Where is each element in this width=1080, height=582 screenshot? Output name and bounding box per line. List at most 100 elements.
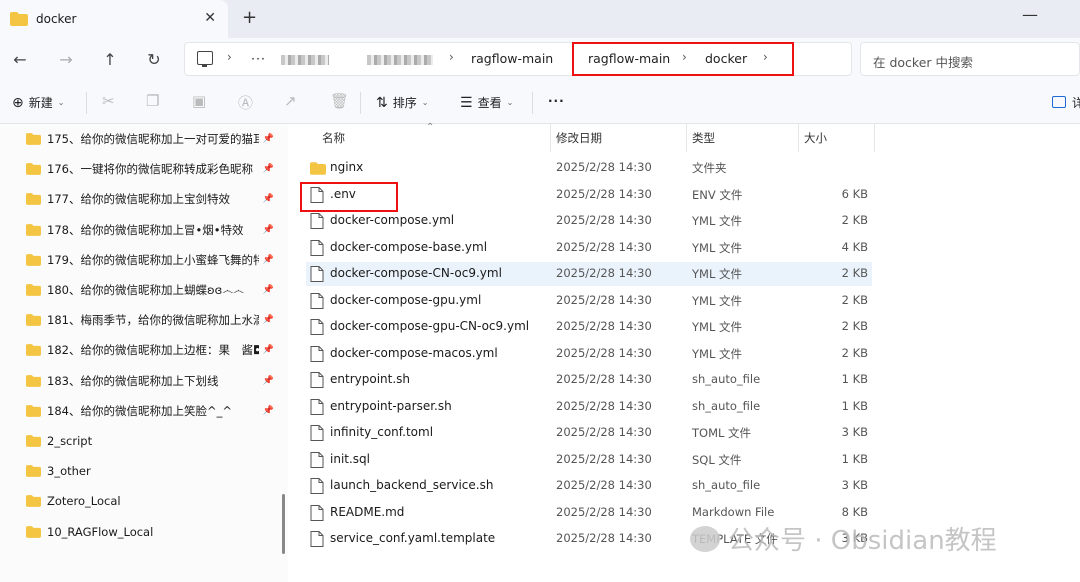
sidebar-item-label: 182、给你的微信昵称加上边框：果 酱◘ xyxy=(47,343,259,358)
sidebar-item[interactable]: 3_other xyxy=(26,460,276,482)
sidebar-item-label: 181、梅雨季节，给你的微信昵称加上水滴 xyxy=(47,313,259,328)
new-button[interactable]: ⊕ 新建 ⌄ xyxy=(12,94,64,111)
sidebar-item[interactable]: 176、一键将你的微信昵称转成彩色昵称 📌 xyxy=(26,158,276,180)
pin-icon: 📌 xyxy=(262,134,274,144)
share-icon[interactable]: ↗ xyxy=(284,92,297,110)
cut-icon[interactable]: ✂ xyxy=(102,92,115,110)
sidebar-item[interactable]: 178、给你的微信昵称加上冒•烟•特效 📌 xyxy=(26,219,276,241)
more-options-button[interactable]: ··· xyxy=(548,94,565,108)
sidebar-item[interactable]: 183、给你的微信昵称加上下划线 📌 xyxy=(26,370,276,392)
file-name: README.md xyxy=(330,504,405,519)
file-row[interactable]: infinity_conf.toml 2025/2/28 14:30 TOML 文件… xyxy=(306,421,872,445)
wechat-logo-icon xyxy=(690,525,720,552)
file-icon xyxy=(310,345,324,362)
file-row[interactable]: docker-compose.yml 2025/2/28 14:30 YML 文件 2… xyxy=(306,209,872,233)
folder-icon xyxy=(10,12,28,26)
column-header-size[interactable]: 大小 xyxy=(804,130,827,146)
paste-icon[interactable]: ▣ xyxy=(192,92,206,110)
sidebar-item[interactable]: 179、给你的微信昵称加上小蜜蜂飞舞的特 📌 xyxy=(26,249,276,271)
plus-circle-icon: ⊕ xyxy=(12,94,24,111)
column-separator[interactable] xyxy=(550,124,551,152)
close-tab-icon[interactable]: ✕ xyxy=(204,10,216,26)
folder-icon xyxy=(26,435,41,447)
view-button[interactable]: ☰ 查看 ⌄ xyxy=(460,94,513,111)
file-name: infinity_conf.toml xyxy=(330,425,434,439)
sidebar-item[interactable]: 184、给你的微信昵称加上笑脸^_^ 📌 xyxy=(26,400,276,422)
sidebar-item[interactable]: 180、给你的微信昵称加上蝴蝶ʚɞ෴෴ 📌 xyxy=(26,279,276,301)
file-row[interactable]: entrypoint-parser.sh 2025/2/28 14:30 sh_au… xyxy=(306,395,872,419)
file-type: sh_auto_file xyxy=(692,398,761,413)
sidebar-item[interactable]: 2_script xyxy=(26,430,276,452)
sidebar-item[interactable]: 181、梅雨季节，给你的微信昵称加上水滴 📌 xyxy=(26,309,276,331)
chevron-down-icon: ⌄ xyxy=(57,98,65,107)
breadcrumb-item[interactable]: ragflow-main xyxy=(471,51,553,66)
pin-icon: 📌 xyxy=(262,375,274,386)
column-header-name[interactable]: 名称 xyxy=(322,130,345,146)
sidebar-item-label: 10_RAGFlow_Local xyxy=(47,524,154,539)
details-button-label[interactable]: 详 xyxy=(1072,94,1080,111)
highlight-box xyxy=(572,42,794,76)
tab-docker[interactable]: docker ✕ xyxy=(0,0,228,38)
forward-button[interactable]: → xyxy=(54,48,78,72)
file-row[interactable]: docker-compose-macos.yml 2025/2/28 14:30 Y… xyxy=(306,342,872,366)
nav-bar: ← → ↑ ↻ › ··· › ragflow-main ragflow-mai… xyxy=(0,38,1080,82)
sidebar-item-label: 180、给你的微信昵称加上蝴蝶ʚɞ෴෴ xyxy=(47,283,245,297)
file-size: 2 KB xyxy=(841,319,868,333)
folder-icon xyxy=(26,253,41,266)
delete-icon[interactable]: 🗑 xyxy=(330,92,349,110)
column-separator[interactable] xyxy=(874,124,875,152)
sidebar-item[interactable]: Zotero_Local xyxy=(26,490,276,512)
tab-strip: docker ✕ + — xyxy=(0,0,1080,38)
file-date: 2025/2/28 14:30 xyxy=(556,213,652,227)
breadcrumb-separator: › xyxy=(449,50,454,64)
sidebar-item-label: 178、给你的微信昵称加上冒•烟•特效 xyxy=(47,222,244,237)
file-size: 4 KB xyxy=(841,239,868,254)
pin-icon: 📌 xyxy=(262,405,274,416)
minimize-button[interactable]: — xyxy=(1022,5,1038,24)
column-separator[interactable] xyxy=(798,124,799,152)
file-size: 3 KB xyxy=(841,425,868,439)
file-row[interactable]: init.sql 2025/2/28 14:30 SQL 文件 1 KB xyxy=(306,448,872,472)
file-name: service_conf.yaml.template xyxy=(330,531,496,545)
file-icon xyxy=(310,478,324,494)
sidebar-item[interactable]: 10_RAGFlow_Local xyxy=(26,521,276,543)
file-date: 2025/2/28 14:30 xyxy=(556,239,652,254)
search-input[interactable]: 在 docker 中搜索 xyxy=(860,42,1080,76)
chevron-down-icon: ⌄ xyxy=(506,98,514,107)
sort-button[interactable]: ⇅ 排序 ⌄ xyxy=(376,94,428,111)
file-row[interactable]: nginx 2025/2/28 14:30 文件夹 xyxy=(306,156,872,180)
sidebar-item[interactable]: 175、给你的微信昵称加上一对可爱的猫耳 📌 xyxy=(26,128,276,150)
up-button[interactable]: ↑ xyxy=(98,48,122,72)
file-row[interactable]: docker-compose-gpu-CN-oc9.yml 2025/2/28 1… xyxy=(306,315,872,339)
column-separator[interactable] xyxy=(686,124,687,152)
file-row[interactable]: docker-compose-CN-oc9.yml 2025/2/28 14:30… xyxy=(306,262,872,286)
file-date: 2025/2/28 14:30 xyxy=(556,319,652,333)
column-header-date[interactable]: 修改日期 xyxy=(556,130,602,146)
breadcrumb-more[interactable]: ··· xyxy=(251,51,266,66)
file-size: 8 KB xyxy=(841,504,868,519)
folder-icon xyxy=(26,314,41,327)
sidebar-scrollbar[interactable] xyxy=(282,494,285,554)
new-tab-button[interactable]: + xyxy=(242,7,257,28)
file-row[interactable]: launch_backend_service.sh 2025/2/28 14:30… xyxy=(306,474,872,498)
file-icon xyxy=(310,372,324,388)
folder-icon xyxy=(26,525,41,538)
back-button[interactable]: ← xyxy=(8,48,32,72)
file-name: launch_backend_service.sh xyxy=(330,478,494,492)
rename-icon[interactable]: Ⓐ xyxy=(238,92,253,113)
pin-icon: 📌 xyxy=(262,194,274,205)
sidebar-item[interactable]: 177、给你的微信昵称加上宝剑特效 📌 xyxy=(26,188,276,210)
sidebar-item[interactable]: 182、给你的微信昵称加上边框：果 酱◘ 📌 xyxy=(26,339,276,361)
details-pane-icon[interactable] xyxy=(1052,96,1066,108)
file-name: docker-compose-gpu.yml xyxy=(330,292,482,307)
file-row[interactable]: docker-compose-base.yml 2025/2/28 14:30 YM… xyxy=(306,236,872,260)
refresh-button[interactable]: ↻ xyxy=(142,48,166,72)
copy-icon[interactable]: ❐ xyxy=(146,92,159,110)
view-button-label: 查看 xyxy=(477,96,502,110)
file-row[interactable]: docker-compose-gpu.yml 2025/2/28 14:30 YML… xyxy=(306,289,872,313)
file-row[interactable]: entrypoint.sh 2025/2/28 14:30 sh_auto_file… xyxy=(306,368,872,392)
column-header-type[interactable]: 类型 xyxy=(692,130,715,146)
sidebar-item-label: 3_other xyxy=(47,464,91,479)
sidebar-item-label: 179、给你的微信昵称加上小蜜蜂飞舞的特 xyxy=(47,252,259,267)
address-bar[interactable]: › ··· › ragflow-main ragflow-main › dock… xyxy=(184,42,852,76)
